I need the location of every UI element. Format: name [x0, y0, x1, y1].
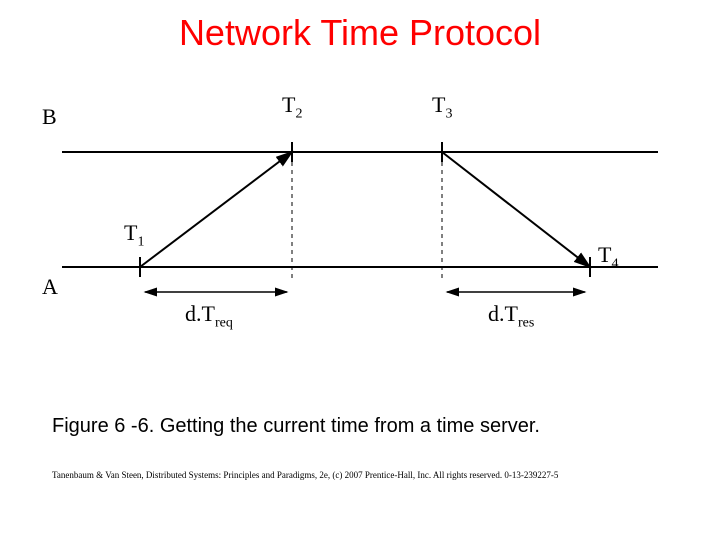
label-T1: T1	[124, 220, 144, 250]
label-A: A	[42, 274, 58, 300]
copyright-footer: Tanenbaum & Van Steen, Distributed Syste…	[52, 470, 558, 480]
label-T4: T4	[598, 242, 618, 272]
label-B: B	[42, 104, 57, 130]
label-dTres: d.Tres	[488, 301, 534, 331]
label-T2: T2	[282, 92, 302, 122]
figure-caption: Figure 6 -6. Getting the current time fr…	[52, 415, 540, 438]
label-dTreq: d.Treq	[185, 301, 233, 331]
ntp-diagram: B A T2 T3 T1 T4 d.Treq d.Tres	[40, 92, 680, 352]
slide-title: Network Time Protocol	[0, 0, 720, 62]
label-T3: T3	[432, 92, 452, 122]
